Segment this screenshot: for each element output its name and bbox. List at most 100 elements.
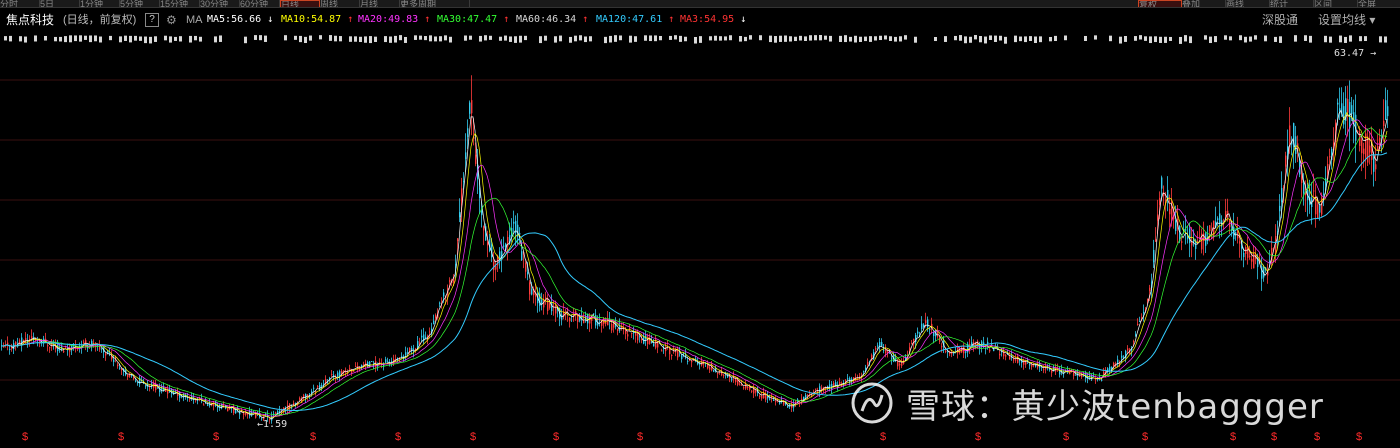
- event-mark: [934, 36, 937, 42]
- candle-body: [1329, 156, 1331, 158]
- event-mark: [4, 36, 7, 41]
- candle-body: [933, 332, 935, 337]
- event-mark: [94, 35, 97, 42]
- event-mark: [1144, 36, 1147, 41]
- period-tab[interactable]: 60分钟: [240, 0, 280, 7]
- ma-trend-arrow: ↑: [503, 14, 510, 25]
- candle-body: [443, 292, 445, 297]
- tool-tab[interactable]: 全屏: [1358, 0, 1400, 7]
- period-tab[interactable]: 15分钟: [160, 0, 200, 7]
- event-mark: [1084, 35, 1087, 41]
- event-mark: [1124, 36, 1127, 42]
- event-mark: [394, 35, 397, 43]
- period-tab[interactable]: 周线: [320, 0, 360, 7]
- candle-body: [929, 328, 931, 330]
- period-tab[interactable]: 更多周期: [400, 0, 470, 7]
- tool-tab[interactable]: 区间: [1314, 0, 1358, 7]
- event-mark: [729, 35, 732, 41]
- event-mark: [659, 35, 662, 41]
- event-marker: $: [975, 431, 981, 443]
- period-tab[interactable]: 1分钟: [80, 0, 120, 7]
- ma10-line: [0, 111, 1388, 419]
- candle-body: [911, 343, 913, 345]
- candle-body: [1169, 208, 1171, 215]
- candle-body: [1181, 241, 1183, 243]
- candle-body: [639, 336, 641, 338]
- candle-body: [653, 344, 655, 347]
- event-mark: [1004, 36, 1007, 44]
- candle-body: [105, 353, 107, 356]
- event-mark: [34, 35, 37, 42]
- candle-body: [157, 387, 159, 389]
- candle-body: [1381, 145, 1383, 147]
- event-mark: [54, 36, 57, 42]
- candle-body: [671, 354, 673, 356]
- gear-icon[interactable]: ⚙: [166, 10, 177, 30]
- event-mark: [19, 36, 22, 42]
- event-mark: [889, 36, 892, 41]
- candle-body: [755, 389, 757, 393]
- event-mark: [959, 35, 962, 41]
- candle-body: [925, 320, 927, 324]
- period-tab[interactable]: 分时: [0, 0, 40, 7]
- hk-connect-link[interactable]: 深股通: [1262, 10, 1298, 30]
- event-mark: [154, 36, 157, 42]
- stock-name[interactable]: 焦点科技: [6, 10, 54, 30]
- tool-tab[interactable]: 画线: [1226, 0, 1270, 7]
- set-ma-dropdown[interactable]: 设置均线 ▾: [1318, 10, 1375, 30]
- candle-body: [227, 407, 229, 412]
- event-mark: [319, 35, 322, 40]
- period-tab[interactable]: 5日: [40, 0, 80, 7]
- period-tab[interactable]: 30分钟: [200, 0, 240, 7]
- candle-body: [503, 245, 505, 247]
- period-tab[interactable]: 5分钟: [120, 0, 160, 7]
- event-marker: $: [725, 431, 731, 443]
- event-mark: [614, 35, 617, 42]
- tool-tab[interactable]: 叠加: [1182, 0, 1226, 7]
- event-mark: [194, 35, 197, 41]
- event-mark: [644, 35, 647, 41]
- event-mark: [99, 36, 102, 43]
- period-tab[interactable]: 月线: [360, 0, 400, 7]
- candle-body: [117, 364, 119, 367]
- ma-trend-arrow: ↑: [668, 14, 675, 25]
- candle-body: [927, 319, 929, 328]
- period-tab[interactable]: 日线: [280, 0, 320, 7]
- event-mark: [964, 36, 967, 44]
- event-mark: [59, 36, 62, 42]
- candle-body: [647, 336, 649, 345]
- candle-body: [1143, 311, 1145, 314]
- event-mark: [369, 36, 372, 44]
- candle-body: [551, 302, 553, 312]
- event-mark: [499, 36, 502, 41]
- candle-body: [707, 364, 709, 369]
- xueqiu-watermark: 雪球：黄少波tenbaggger: [850, 380, 1324, 427]
- candle-body: [459, 212, 461, 218]
- event-mark: [1359, 36, 1362, 42]
- min-price-label: ←1.59: [257, 419, 288, 430]
- candle-body: [345, 371, 347, 373]
- candle-body: [313, 387, 315, 389]
- candle-body: [63, 351, 65, 353]
- candle-body: [167, 390, 169, 394]
- event-mark: [299, 35, 302, 43]
- event-mark: [79, 35, 82, 42]
- event-mark: [674, 35, 677, 40]
- candle-body: [31, 336, 33, 339]
- candle-body: [1133, 341, 1135, 343]
- candle-body: [735, 378, 737, 383]
- candle-body: [891, 358, 893, 360]
- event-mark: [89, 35, 92, 43]
- tool-tab[interactable]: 统计: [1270, 0, 1314, 7]
- event-mark: [544, 35, 547, 41]
- candle-body: [433, 320, 435, 325]
- help-icon[interactable]: ?: [145, 13, 159, 27]
- ma-value-text: MA20:49.83: [358, 14, 425, 25]
- event-mark: [844, 35, 847, 43]
- event-mark: [779, 35, 782, 42]
- event-marker-strip: [4, 35, 1387, 44]
- candle-body: [331, 374, 333, 376]
- event-mark: [359, 36, 362, 43]
- event-mark: [899, 36, 902, 42]
- tool-tab[interactable]: 复权: [1138, 0, 1182, 7]
